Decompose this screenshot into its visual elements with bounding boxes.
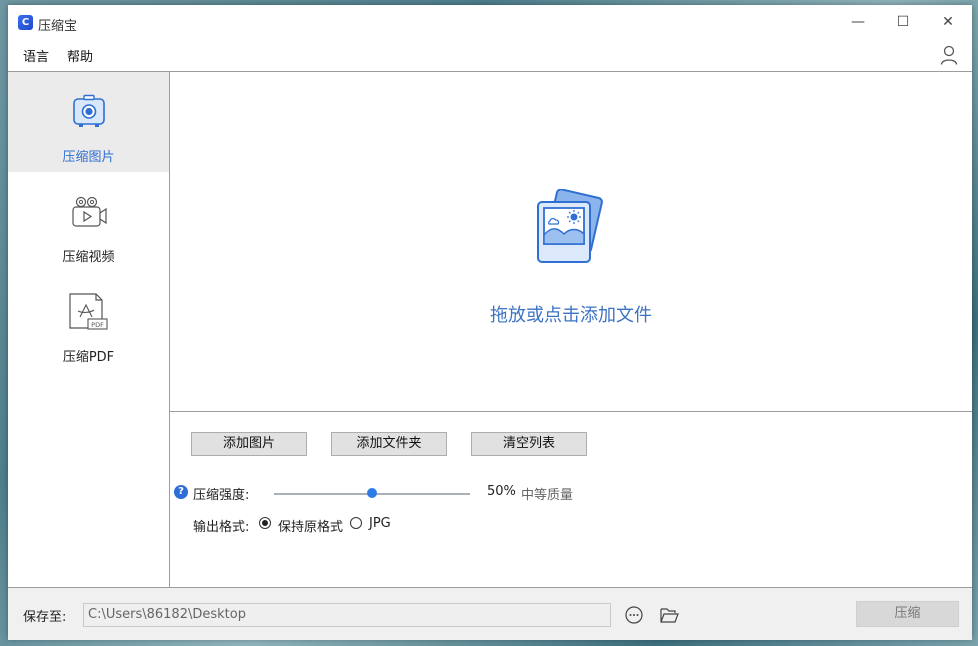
keep-format-radio[interactable] — [259, 517, 271, 529]
title-bar[interactable]: C 压缩宝 — ☐ ✕ — [8, 5, 972, 39]
open-folder-icon[interactable] — [659, 605, 679, 625]
maximize-button[interactable]: ☐ — [883, 9, 923, 35]
menu-item-help[interactable]: 帮助 — [67, 46, 93, 65]
app-logo-icon: C — [18, 15, 33, 30]
save-path-field[interactable]: C:\Users\86182\Desktop — [83, 603, 611, 627]
sidebar: 压缩图片 压缩视频 PDF 压缩PDF — [8, 72, 170, 587]
app-title: 压缩宝 — [38, 19, 78, 34]
output-format-label: 输出格式: — [193, 520, 250, 535]
image-compress-icon — [73, 94, 105, 127]
minimize-button[interactable]: — — [838, 9, 878, 35]
controls-panel: 添加图片 添加文件夹 清空列表 ? 压缩强度: 50% 中等质量 输出格式: 保… — [170, 412, 972, 587]
save-to-label: 保存至: — [23, 610, 67, 625]
pdf-file-icon: PDF — [69, 293, 108, 330]
app-window: C 压缩宝 — ☐ ✕ 语言 帮助 压缩图片 压缩视频 PDF 压缩PDF 拖放… — [8, 5, 972, 640]
jpg-radio[interactable] — [350, 517, 362, 529]
file-drop-zone[interactable]: 拖放或点击添加文件 — [170, 72, 972, 412]
photo-stack-icon — [537, 189, 603, 263]
user-account-icon[interactable] — [940, 45, 958, 65]
clear-list-button[interactable]: 清空列表 — [471, 432, 587, 456]
keep-format-label[interactable]: 保持原格式 — [278, 516, 343, 535]
menu-bar: 语言 帮助 — [8, 39, 972, 72]
svg-text:PDF: PDF — [91, 321, 104, 329]
sidebar-item-compress-pdf[interactable]: PDF 压缩PDF — [8, 272, 169, 372]
quality-label: 中等质量 — [521, 488, 574, 503]
sidebar-item-compress-image[interactable]: 压缩图片 — [8, 72, 169, 172]
more-options-icon[interactable] — [624, 605, 644, 625]
drop-zone-text: 拖放或点击添加文件 — [490, 305, 652, 326]
footer-bar: 保存至: C:\Users\86182\Desktop 压缩 — [8, 587, 972, 640]
sidebar-item-label: 压缩视频 — [62, 250, 115, 265]
add-folder-button[interactable]: 添加文件夹 — [331, 432, 447, 456]
sidebar-item-label: 压缩图片 — [62, 150, 115, 165]
sidebar-item-compress-video[interactable]: 压缩视频 — [8, 172, 169, 272]
jpg-label[interactable]: JPG — [369, 516, 391, 531]
sidebar-item-label: 压缩PDF — [62, 350, 115, 365]
close-button[interactable]: ✕ — [928, 9, 968, 35]
compression-value: 50% — [487, 484, 516, 499]
help-icon[interactable]: ? — [174, 485, 188, 499]
add-image-button[interactable]: 添加图片 — [191, 432, 307, 456]
compress-button[interactable]: 压缩 — [856, 601, 959, 627]
video-camera-icon — [72, 196, 107, 227]
compression-strength-label: 压缩强度: — [193, 488, 250, 503]
menu-item-language[interactable]: 语言 — [23, 46, 49, 65]
compression-slider-handle[interactable] — [367, 488, 377, 498]
